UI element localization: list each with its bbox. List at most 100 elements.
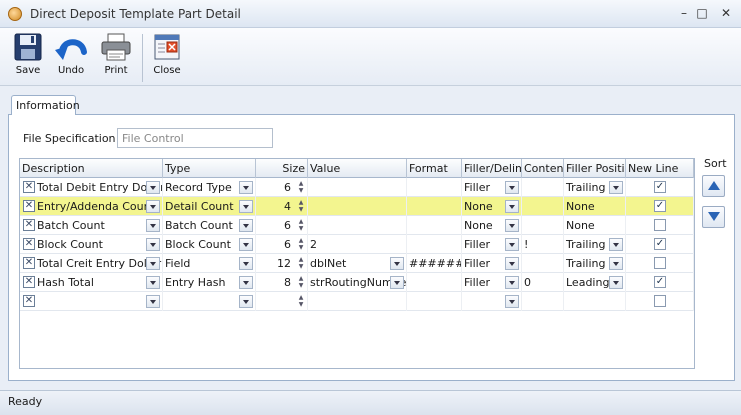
cell-description[interactable]: ✕ Total Debit Entry Dollar (20, 178, 163, 197)
cell-description[interactable]: ✕ Entry/Addenda Count (20, 197, 163, 216)
cell-filler[interactable]: None (462, 216, 522, 235)
cell-format[interactable] (407, 292, 462, 311)
cell-value[interactable]: strRoutingNumber (308, 273, 407, 292)
cell-type[interactable]: Batch Count (163, 216, 256, 235)
chevron-down-icon[interactable] (146, 181, 160, 194)
size-stepper[interactable]: ▲ ▼ (296, 275, 306, 290)
chevron-down-icon[interactable] (609, 238, 623, 251)
cell-format[interactable] (407, 273, 462, 292)
spin-down-icon[interactable]: ▼ (296, 206, 306, 213)
chevron-down-icon[interactable] (239, 181, 253, 194)
table-row[interactable]: ✕ Total Creit Entry Dollar Field 12 ▲ ▼ dblNet… (20, 254, 694, 273)
chevron-down-icon[interactable] (609, 181, 623, 194)
column-header-filler-position[interactable]: Filler Position (564, 159, 626, 178)
chevron-down-icon[interactable] (146, 200, 160, 213)
sort-up-button[interactable] (702, 175, 725, 197)
cell-size[interactable]: 6 ▲ ▼ (256, 235, 308, 254)
sort-down-button[interactable] (702, 206, 725, 228)
cell-filler[interactable]: Filler (462, 273, 522, 292)
cell-content[interactable]: ! (522, 235, 564, 254)
new-line-checkbox[interactable]: ✓ (654, 200, 666, 212)
cell-format[interactable] (407, 235, 462, 254)
cell-type[interactable]: Detail Count (163, 197, 256, 216)
spin-up-icon[interactable]: ▲ (296, 199, 306, 206)
cell-description[interactable]: ✕ Batch Count (20, 216, 163, 235)
spin-down-icon[interactable]: ▼ (296, 263, 306, 270)
cell-type[interactable] (163, 292, 256, 311)
spin-up-icon[interactable]: ▲ (296, 275, 306, 282)
cell-description[interactable]: ✕ Total Creit Entry Dollar (20, 254, 163, 273)
chevron-down-icon[interactable] (505, 219, 519, 232)
table-row[interactable]: ✕ Entry/Addenda Count Detail Count 4 ▲ ▼ None N… (20, 197, 694, 216)
cell-filler[interactable] (462, 292, 522, 311)
chevron-down-icon[interactable] (239, 295, 253, 308)
table-row[interactable]: ✕ Batch Count Batch Count 6 ▲ ▼ None None (20, 216, 694, 235)
cell-position[interactable] (564, 292, 626, 311)
column-header-content[interactable]: Content (522, 159, 564, 178)
save-button[interactable]: Save (8, 32, 48, 84)
chevron-down-icon[interactable] (390, 257, 404, 270)
cell-type[interactable]: Block Count (163, 235, 256, 254)
minimize-button[interactable]: – (675, 5, 693, 21)
size-stepper[interactable]: ▲ ▼ (296, 180, 306, 195)
new-line-checkbox[interactable]: ✓ (654, 238, 666, 250)
cell-type[interactable]: Record Type (163, 178, 256, 197)
cell-position[interactable]: Trailing (564, 254, 626, 273)
cell-position[interactable]: None (564, 216, 626, 235)
cell-size[interactable]: 4 ▲ ▼ (256, 197, 308, 216)
cell-value[interactable] (308, 178, 407, 197)
spin-up-icon[interactable]: ▲ (296, 180, 306, 187)
chevron-down-icon[interactable] (609, 276, 623, 289)
new-line-checkbox[interactable] (654, 257, 666, 269)
chevron-down-icon[interactable] (505, 181, 519, 194)
size-stepper[interactable]: ▲ ▼ (296, 199, 306, 214)
chevron-down-icon[interactable] (505, 295, 519, 308)
remove-row-icon[interactable]: ✕ (23, 219, 35, 231)
chevron-down-icon[interactable] (390, 276, 404, 289)
spin-down-icon[interactable]: ▼ (296, 301, 306, 308)
table-row[interactable]: ✕ Total Debit Entry Dollar Record Type 6 ▲ ▼ F… (20, 178, 694, 197)
cell-value[interactable] (308, 197, 407, 216)
chevron-down-icon[interactable] (146, 276, 160, 289)
column-header-description[interactable]: Description (20, 159, 163, 178)
spin-down-icon[interactable]: ▼ (296, 187, 306, 194)
new-line-checkbox[interactable]: ✓ (654, 181, 666, 193)
cell-filler[interactable]: Filler (462, 235, 522, 254)
cell-filler[interactable]: None (462, 197, 522, 216)
close-button[interactable]: Close (147, 32, 187, 84)
chevron-down-icon[interactable] (239, 276, 253, 289)
chevron-down-icon[interactable] (239, 238, 253, 251)
size-stepper[interactable]: ▲ ▼ (296, 294, 306, 309)
column-header-format[interactable]: Format (407, 159, 462, 178)
cell-newline[interactable] (626, 216, 694, 235)
remove-row-icon[interactable]: ✕ (23, 200, 35, 212)
tab-information[interactable]: Information (11, 95, 80, 115)
cell-value[interactable]: dblNet (308, 254, 407, 273)
chevron-down-icon[interactable] (239, 257, 253, 270)
size-stepper[interactable]: ▲ ▼ (296, 237, 306, 252)
spin-down-icon[interactable]: ▼ (296, 282, 306, 289)
spin-down-icon[interactable]: ▼ (296, 225, 306, 232)
size-stepper[interactable]: ▲ ▼ (296, 218, 306, 233)
chevron-down-icon[interactable] (505, 238, 519, 251)
cell-position[interactable]: Trailing (564, 235, 626, 254)
cell-newline[interactable] (626, 254, 694, 273)
chevron-down-icon[interactable] (239, 219, 253, 232)
column-header-type[interactable]: Type (163, 159, 256, 178)
cell-content[interactable] (522, 292, 564, 311)
cell-content[interactable] (522, 216, 564, 235)
chevron-down-icon[interactable] (146, 238, 160, 251)
cell-newline[interactable]: ✓ (626, 235, 694, 254)
cell-size[interactable]: 12 ▲ ▼ (256, 254, 308, 273)
cell-size[interactable]: 8 ▲ ▼ (256, 273, 308, 292)
size-stepper[interactable]: ▲ ▼ (296, 256, 306, 271)
cell-value[interactable] (308, 216, 407, 235)
chevron-down-icon[interactable] (505, 257, 519, 270)
cell-size[interactable]: ▲ ▼ (256, 292, 308, 311)
cell-description[interactable]: ✕ Hash Total (20, 273, 163, 292)
column-header-filler[interactable]: Filler/Delimeter (462, 159, 522, 178)
chevron-down-icon[interactable] (505, 200, 519, 213)
spin-up-icon[interactable]: ▲ (296, 237, 306, 244)
cell-value[interactable]: 2 (308, 235, 407, 254)
cell-value[interactable] (308, 292, 407, 311)
